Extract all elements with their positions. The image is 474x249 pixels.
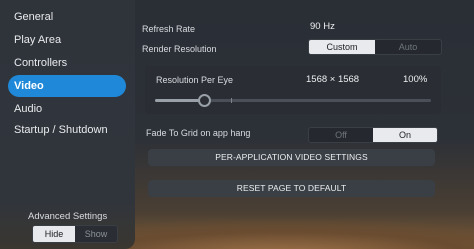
advanced-settings-label: Advanced Settings <box>28 211 108 222</box>
resolution-per-eye-section <box>145 66 441 114</box>
hide-advanced-button[interactable]: Hide <box>33 226 75 242</box>
render-resolution-label: Render Resolution <box>142 44 217 54</box>
per-application-video-settings-button[interactable]: PER-APPLICATION VIDEO SETTINGS <box>148 149 435 166</box>
fade-to-grid-toggle: Off On <box>308 127 438 143</box>
refresh-rate-label: Refresh Rate <box>142 24 196 34</box>
resolution-percent: 100% <box>403 74 428 85</box>
sidebar-item-general[interactable]: General <box>8 6 126 28</box>
sidebar-item-play-area[interactable]: Play Area <box>8 29 126 51</box>
sidebar-item-controllers[interactable]: Controllers <box>8 52 126 74</box>
sidebar-item-audio[interactable]: Audio <box>8 98 126 120</box>
fade-to-grid-on[interactable]: On <box>373 128 437 142</box>
render-resolution-toggle: Custom Auto <box>308 39 442 55</box>
sidebar: General Play Area Controllers Video Audi… <box>0 0 135 249</box>
render-resolution-auto[interactable]: Auto <box>375 40 441 54</box>
resolution-per-eye-label: Resolution Per Eye <box>156 75 234 85</box>
reset-page-to-default-button[interactable]: RESET PAGE TO DEFAULT <box>148 180 435 197</box>
show-advanced-button[interactable]: Show <box>75 226 117 242</box>
sidebar-item-video[interactable]: Video <box>8 75 126 97</box>
fade-to-grid-off[interactable]: Off <box>309 128 373 142</box>
resolution-dimensions: 1568 × 1568 <box>306 74 360 85</box>
video-settings-panel: Refresh Rate 90 Hz Render Resolution Cus… <box>135 0 474 249</box>
render-resolution-custom[interactable]: Custom <box>309 40 375 54</box>
refresh-rate-value[interactable]: 90 Hz <box>310 21 335 32</box>
advanced-settings-toggle: Hide Show <box>32 225 118 243</box>
resolution-slider-default-tick <box>231 98 232 103</box>
sidebar-item-startup-shutdown[interactable]: Startup / Shutdown <box>8 119 126 141</box>
fade-to-grid-label: Fade To Grid on app hang <box>146 128 251 138</box>
